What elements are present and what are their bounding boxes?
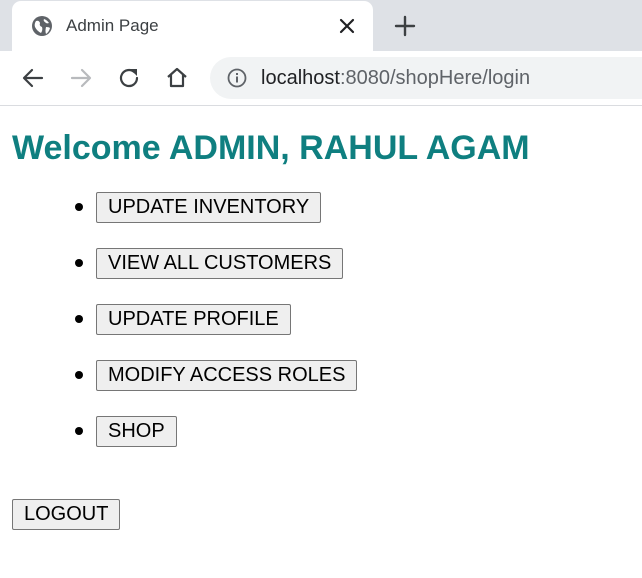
page-title: Welcome ADMIN, RAHUL AGAM	[12, 129, 530, 167]
browser-toolbar: localhost:8080/shopHere/login	[0, 51, 642, 106]
reload-icon[interactable]	[116, 65, 142, 91]
globe-icon	[31, 15, 53, 37]
close-icon[interactable]	[336, 15, 358, 37]
bullet	[75, 371, 83, 379]
back-arrow-icon[interactable]	[20, 65, 46, 91]
browser-window: Admin Page localhost:8080/shopHere/login…	[0, 0, 642, 578]
tab-title: Admin Page	[66, 16, 159, 35]
address-bar[interactable]: localhost:8080/shopHere/login	[210, 57, 642, 99]
forward-arrow-icon[interactable]	[68, 65, 94, 91]
url-host: localhost	[261, 67, 340, 89]
shop-button[interactable]: SHOP	[96, 416, 177, 447]
modify-access-roles-button[interactable]: MODIFY ACCESS ROLES	[96, 360, 358, 391]
url-path: :8080/shopHere/login	[339, 67, 531, 89]
page-content: Welcome ADMIN, RAHUL AGAM UPDATE INVENTO…	[0, 106, 642, 578]
view-all-customers-button[interactable]: VIEW ALL CUSTOMERS	[96, 248, 344, 279]
tab-admin-page[interactable]: Admin Page	[12, 1, 373, 51]
bullet	[75, 259, 83, 267]
logout-button[interactable]: LOGOUT	[12, 499, 121, 530]
tab-strip: Admin Page	[0, 0, 642, 51]
info-icon[interactable]	[227, 68, 247, 88]
update-profile-button[interactable]: UPDATE PROFILE	[96, 304, 291, 335]
plus-icon[interactable]	[393, 14, 417, 38]
home-icon[interactable]	[164, 65, 190, 91]
bullet	[75, 203, 83, 211]
bullet	[75, 427, 83, 435]
update-inventory-button[interactable]: UPDATE INVENTORY	[96, 192, 322, 223]
url-text[interactable]: localhost:8080/shopHere/login	[261, 67, 530, 89]
bullet	[75, 315, 83, 323]
